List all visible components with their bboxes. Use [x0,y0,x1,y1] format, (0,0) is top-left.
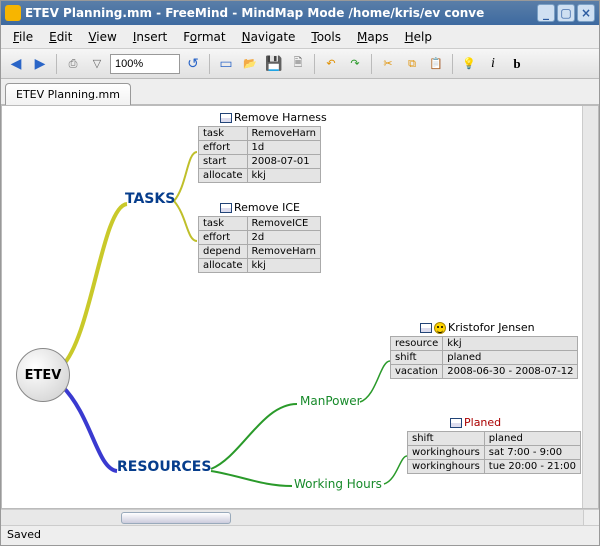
menubar: File Edit View Insert Format Navigate To… [1,25,599,49]
print-button[interactable]: ⎙ [62,53,84,75]
menu-tools[interactable]: Tools [305,28,347,46]
menu-maps[interactable]: Maps [351,28,395,46]
new-button[interactable]: ▭ [215,53,237,75]
label: Kristofor Jensen [448,321,535,334]
minimize-button[interactable]: _ [537,4,555,22]
node-planed-title[interactable]: Planed [450,416,501,429]
app-icon [5,5,21,21]
scrollbar-thumb[interactable] [121,512,231,524]
save-button[interactable]: 💾 [263,53,285,75]
scrollbar-h-wrap [1,509,599,525]
table-planed[interactable]: shiftplaned workinghourssat 7:00 - 9:00 … [407,431,581,474]
scroll-corner [583,509,599,525]
table-row: effort1d [199,141,321,155]
open-button[interactable]: 📂 [239,53,261,75]
status-text: Saved [7,528,41,541]
table-row: allocatekkj [199,259,321,273]
smiley-icon [434,322,446,334]
node-working-hours[interactable]: Working Hours [294,477,382,491]
table-row: workinghourstue 20:00 - 21:00 [408,460,581,474]
node-remove-harness-title[interactable]: Remove Harness [220,111,327,124]
scrollbar-horizontal[interactable] [1,509,583,525]
copy-button[interactable]: ⧉ [401,53,423,75]
menu-view[interactable]: View [82,28,122,46]
node-resources[interactable]: RESOURCES [117,459,211,475]
table-remove-harness[interactable]: taskRemoveHarn effort1d start2008-07-01 … [198,126,321,183]
separator [56,54,57,74]
cut-button[interactable]: ✂ [377,53,399,75]
canvas-area: ETEV TASKS RESOURCES ManPower Working Ho… [1,105,599,509]
label: Remove ICE [234,201,300,214]
calendar-icon [420,323,432,333]
label: Planed [464,416,501,429]
label: Remove Harness [234,111,327,124]
table-row: allocatekkj [199,169,321,183]
calendar-icon [450,418,462,428]
separator [314,54,315,74]
table-row: workinghourssat 7:00 - 9:00 [408,446,581,460]
separator [452,54,453,74]
menu-navigate[interactable]: Navigate [236,28,302,46]
table-row: dependRemoveHarn [199,245,321,259]
separator [371,54,372,74]
node-tasks[interactable]: TASKS [125,191,175,207]
table-row: shiftplaned [391,351,578,365]
undo-button[interactable]: ↶ [320,53,342,75]
node-remove-ice-title[interactable]: Remove ICE [220,201,300,214]
statusbar: Saved [1,525,599,545]
tab-document[interactable]: ETEV Planning.mm [5,83,131,105]
separator [209,54,210,74]
table-row: start2008-07-01 [199,155,321,169]
app-window: ETEV Planning.mm - FreeMind - MindMap Mo… [0,0,600,546]
menu-format[interactable]: Format [177,28,231,46]
node-kristofor-title[interactable]: Kristofor Jensen [420,321,535,334]
menu-help[interactable]: Help [399,28,438,46]
node-manpower[interactable]: ManPower [300,394,362,408]
menu-file[interactable]: File [7,28,39,46]
table-row: taskRemoveICE [199,217,321,231]
calendar-icon [220,113,232,123]
tabstrip: ETEV Planning.mm [1,79,599,105]
menu-insert[interactable]: Insert [127,28,173,46]
bold-button[interactable]: b [506,53,528,75]
root-node[interactable]: ETEV [16,348,70,402]
redo-button[interactable]: ↷ [344,53,366,75]
table-row: shiftplaned [408,432,581,446]
italic-button[interactable]: i [482,53,504,75]
titlebar: ETEV Planning.mm - FreeMind - MindMap Mo… [1,1,599,25]
table-row: vacation2008-06-30 - 2008-07-12 [391,365,578,379]
zoom-apply-button[interactable]: ↺ [182,53,204,75]
filter-button[interactable]: ▽ [86,53,108,75]
paste-button[interactable]: 📋 [425,53,447,75]
table-remove-ice[interactable]: taskRemoveICE effort2d dependRemoveHarn … [198,216,321,273]
table-row: resourcekkj [391,337,578,351]
toolbar: ◀ ▶ ⎙ ▽ ↺ ▭ 📂 💾 🗎 ↶ ↷ ✂ ⧉ 📋 💡 i b [1,49,599,79]
maximize-button[interactable]: ▢ [557,4,575,22]
close-button[interactable]: × [577,4,595,22]
zoom-combo[interactable] [110,54,180,74]
table-kristofor[interactable]: resourcekkj shiftplaned vacation2008-06-… [390,336,578,379]
table-row: effort2d [199,231,321,245]
table-row: taskRemoveHarn [199,127,321,141]
menu-edit[interactable]: Edit [43,28,78,46]
forward-button[interactable]: ▶ [29,53,51,75]
window-title: ETEV Planning.mm - FreeMind - MindMap Mo… [25,6,535,20]
scrollbar-vertical[interactable] [582,106,598,508]
back-button[interactable]: ◀ [5,53,27,75]
idea-button[interactable]: 💡 [458,53,480,75]
calendar-icon [220,203,232,213]
saveas-button[interactable]: 🗎 [287,53,309,75]
mindmap-canvas[interactable]: ETEV TASKS RESOURCES ManPower Working Ho… [2,106,582,508]
